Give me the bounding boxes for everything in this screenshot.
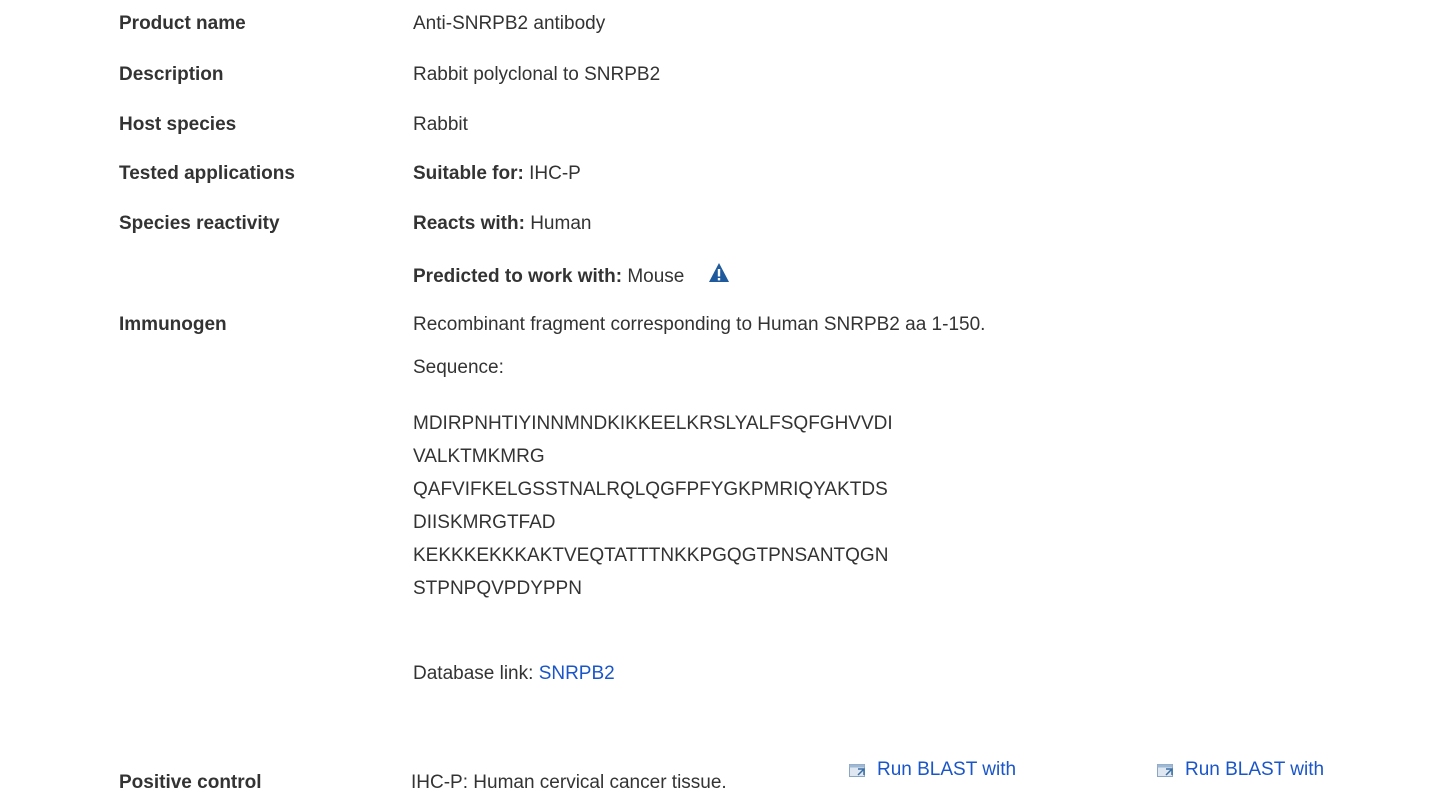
host-species-label: Host species xyxy=(119,114,237,135)
reacts-with-row: Reacts with: Human xyxy=(413,213,591,235)
sequence-line: QAFVIFKELGSSTNALRQLQGFPFYGKPMRIQYAKTDS xyxy=(413,479,888,500)
sequence-label: Sequence: xyxy=(413,357,504,378)
external-link-icon xyxy=(1157,762,1175,778)
immunogen-label: Immunogen xyxy=(119,314,227,335)
suitable-for-prefix: Suitable for: xyxy=(413,163,524,184)
product-name-value: Anti-SNRPB2 antibody xyxy=(413,13,606,34)
product-name-label: Product name xyxy=(119,13,246,34)
sequence-line: VALKTMKMRG xyxy=(413,446,545,467)
description-value: Rabbit polyclonal to SNRPB2 xyxy=(413,64,661,85)
predicted-value: Mouse xyxy=(627,266,685,287)
suitable-for-value: IHC-P xyxy=(529,163,581,184)
predicted-row: Predicted to work with: Mouse xyxy=(413,262,730,288)
description-label: Description xyxy=(119,64,224,85)
reacts-with-value: Human xyxy=(530,213,592,234)
sequence-line: STPNPQVPDYPPN xyxy=(413,578,582,599)
species-reactivity-label: Species reactivity xyxy=(119,213,280,234)
sequence-line: DIISKMRGTFAD xyxy=(413,512,556,533)
sequence-line: MDIRPNHTIYINNMNDKIKKEELKRSLYALFSQFGHVVDI xyxy=(413,413,893,434)
reacts-with-prefix: Reacts with: xyxy=(413,213,525,234)
run-blast-label: Run BLAST with xyxy=(1185,759,1325,780)
sequence-block: MDIRPNHTIYINNMNDKIKKEELKRSLYALFSQFGHVVDI… xyxy=(413,407,893,605)
predicted-prefix: Predicted to work with: xyxy=(413,266,623,287)
run-blast-label: Run BLAST with xyxy=(877,759,1017,780)
positive-control-label: Positive control xyxy=(119,772,262,793)
sequence-line: KEKKKEKKKAKTVEQTATTTNKKPGQGTPNSANTQGN xyxy=(413,545,889,566)
tested-applications-value: Suitable for: IHC-P xyxy=(413,163,581,185)
immunogen-description: Recombinant fragment corresponding to Hu… xyxy=(413,314,986,335)
database-link-label: Database link: xyxy=(413,663,534,684)
tested-applications-label: Tested applications xyxy=(119,163,295,184)
run-blast-link-1[interactable]: Run BLAST with xyxy=(849,759,1016,781)
host-species-value: Rabbit xyxy=(413,114,468,135)
warning-triangle-icon[interactable] xyxy=(708,262,730,284)
database-link-row: Database link: SNRPB2 xyxy=(413,663,615,685)
positive-control-value: IHC-P: Human cervical cancer tissue. xyxy=(411,772,727,793)
run-blast-link-2[interactable]: Run BLAST with xyxy=(1157,759,1324,781)
external-link-icon xyxy=(849,762,867,778)
snrpb2-database-link[interactable]: SNRPB2 xyxy=(539,663,615,684)
